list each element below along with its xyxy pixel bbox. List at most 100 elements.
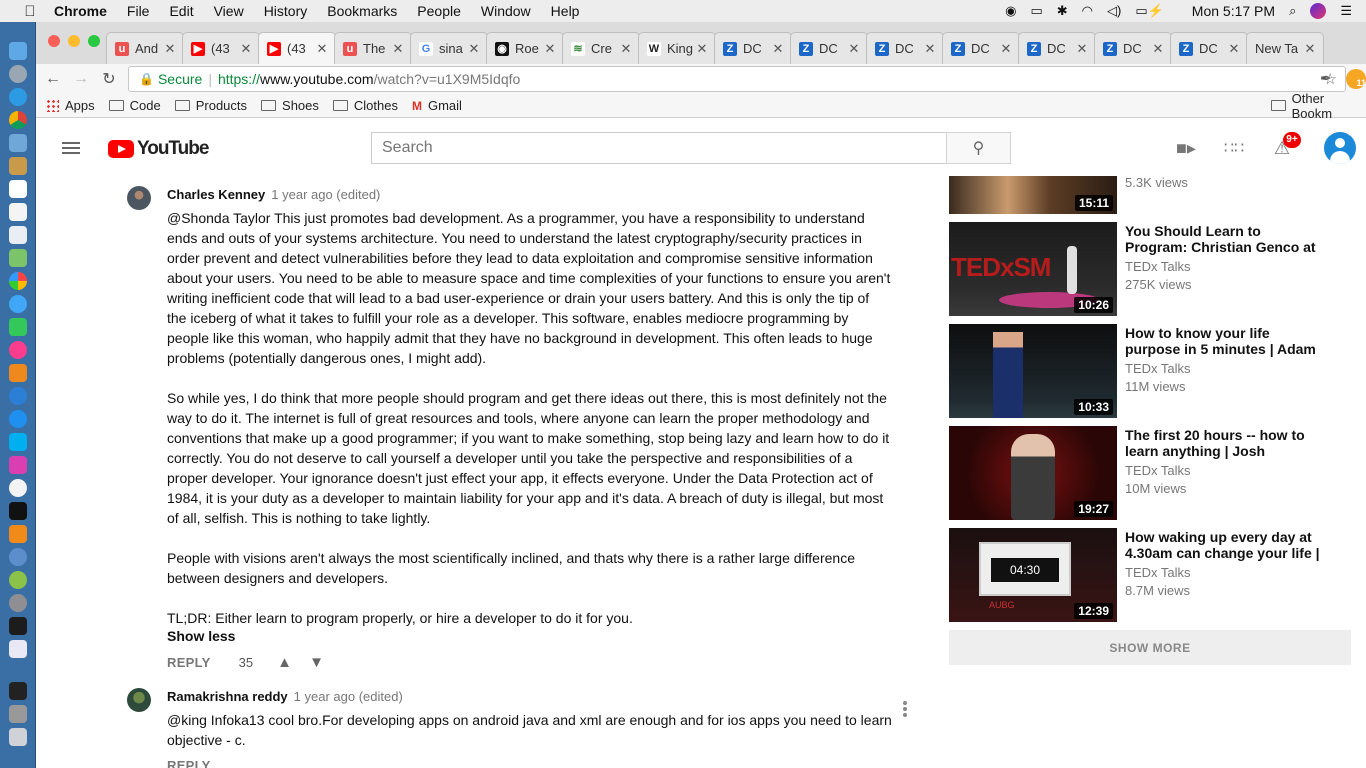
video-thumbnail[interactable]: TEDxSM 10:26 <box>949 222 1117 316</box>
tab-close-icon[interactable]: ✕ <box>619 41 633 57</box>
browser-tab[interactable]: Z DC ✕ <box>866 32 944 64</box>
folder-dock-icon[interactable] <box>9 682 27 700</box>
menu-window[interactable]: Window <box>481 3 531 19</box>
youtube-logo[interactable]: YouTube <box>108 138 209 160</box>
browser-tab[interactable]: Z DC ✕ <box>714 32 792 64</box>
apple-menu-icon[interactable]:  <box>20 3 40 20</box>
facetime-dock-icon[interactable] <box>9 318 27 336</box>
browser-tab[interactable]: Gsina ✕ <box>410 32 488 64</box>
airplay-icon[interactable]: ▭ <box>1030 3 1042 19</box>
video-title[interactable]: How to know your life purpose in 5 minut… <box>1125 325 1325 357</box>
intellij-dock-icon[interactable] <box>9 502 27 520</box>
launchpad-dock-icon[interactable] <box>9 65 27 83</box>
messages-dock-icon[interactable] <box>9 295 27 313</box>
textedit-dock-icon[interactable] <box>9 203 27 221</box>
preview-dock-icon[interactable] <box>9 134 27 152</box>
reply-button[interactable]: REPLY <box>167 758 211 768</box>
tab-close-icon[interactable]: ✕ <box>391 41 405 57</box>
commenter-avatar[interactable] <box>127 186 151 210</box>
tab-close-icon[interactable]: ✕ <box>315 41 329 57</box>
tab-close-icon[interactable]: ✕ <box>1075 41 1089 57</box>
tab-close-icon[interactable]: ✕ <box>1303 41 1317 57</box>
pages-dock-icon[interactable] <box>9 226 27 244</box>
bookmark-folder-clothes[interactable]: Clothes <box>332 98 398 113</box>
browser-tab[interactable]: ◉ Roe ✕ <box>486 32 564 64</box>
tab-close-icon[interactable]: ✕ <box>847 41 861 57</box>
user-avatar[interactable] <box>1324 132 1356 164</box>
browser-tab[interactable]: Z DC ✕ <box>1170 32 1248 64</box>
notification-center-icon[interactable]: ☰ <box>1340 3 1352 19</box>
browser-tab[interactable]: Z DC ✕ <box>942 32 1020 64</box>
bookmark-folder-code[interactable]: Code <box>108 98 161 113</box>
extension-icon[interactable]: 11 <box>1346 69 1366 89</box>
browser-tab[interactable]: Z DC ✕ <box>1094 32 1172 64</box>
video-channel[interactable]: TEDx Talks <box>1125 259 1191 274</box>
comment-more-actions-icon[interactable] <box>903 701 907 717</box>
sublime-dock-icon[interactable] <box>9 525 27 543</box>
menu-bookmarks[interactable]: Bookmarks <box>327 3 397 19</box>
menu-view[interactable]: View <box>214 3 244 19</box>
browser-tab[interactable]: ▶ (43 ✕ <box>258 32 336 64</box>
reply-button[interactable]: REPLY <box>167 655 211 670</box>
status-app-icon[interactable]: ◉ <box>1005 3 1016 19</box>
video-thumbnail[interactable]: 04:30 AUBG 12:39 <box>949 528 1117 622</box>
thumbs-up-icon[interactable]: ▲ <box>277 655 293 670</box>
menu-file[interactable]: File <box>127 3 150 19</box>
create-video-icon[interactable]: ■▸ <box>1175 138 1197 158</box>
downloads-dock-icon[interactable] <box>9 705 27 723</box>
show-less-link[interactable]: Show less <box>167 628 235 644</box>
search-button[interactable]: ⚲ <box>946 132 1011 164</box>
tab-close-icon[interactable]: ✕ <box>239 41 253 57</box>
minimize-window-button[interactable] <box>68 35 80 47</box>
bookmark-gmail[interactable]: M Gmail <box>412 98 462 113</box>
comment-timestamp[interactable]: 1 year ago (edited) <box>294 689 403 704</box>
android-dock-icon[interactable] <box>9 571 27 589</box>
app-dock-icon[interactable] <box>9 387 27 405</box>
menu-clock[interactable]: Mon 5:17 PM <box>1192 3 1275 19</box>
skype-dock-icon[interactable] <box>9 433 27 451</box>
maps-dock-icon[interactable] <box>9 249 27 267</box>
bookmark-apps[interactable]: Apps <box>46 98 95 113</box>
trash-dock-icon[interactable] <box>9 728 27 746</box>
browser-tab[interactable]: u The ✕ <box>334 32 412 64</box>
safari-dock-icon[interactable] <box>9 88 27 106</box>
close-window-button[interactable] <box>48 35 60 47</box>
tab-close-icon[interactable]: ✕ <box>163 41 177 57</box>
notes-dock-icon[interactable] <box>9 157 27 175</box>
terminal-dock-icon[interactable] <box>9 617 27 635</box>
finder-dock-icon[interactable] <box>9 42 27 60</box>
bluetooth-icon[interactable]: ✱ <box>1057 3 1068 19</box>
video-thumbnail[interactable]: 15:11 <box>949 176 1117 214</box>
tab-close-icon[interactable]: ✕ <box>543 41 557 57</box>
menu-people[interactable]: People <box>417 3 461 19</box>
tab-close-icon[interactable]: ✕ <box>1151 41 1165 57</box>
video-title[interactable]: The first 20 hours -- how to learn anyth… <box>1125 427 1325 459</box>
browser-tab[interactable]: u And ✕ <box>106 32 184 64</box>
tab-close-icon[interactable]: ✕ <box>467 41 481 57</box>
itunes-dock-icon[interactable] <box>9 341 27 359</box>
bookmark-other[interactable]: Other Bookm <box>1271 91 1366 121</box>
bookmark-folder-shoes[interactable]: Shoes <box>261 98 319 113</box>
video-channel[interactable]: TEDx Talks <box>1125 361 1191 376</box>
bookmark-folder-products[interactable]: Products <box>174 98 247 113</box>
calendar-dock-icon[interactable] <box>9 180 27 198</box>
video-title[interactable]: How waking up every day at 4.30am can ch… <box>1125 529 1325 561</box>
comment-author-name[interactable]: Ramakrishna reddy <box>167 689 288 704</box>
wifi-icon[interactable]: ◠ <box>1082 3 1093 19</box>
menu-help[interactable]: Help <box>551 3 580 19</box>
video-title[interactable]: You Should Learn to Program: Christian G… <box>1125 223 1325 255</box>
comment-timestamp[interactable]: 1 year ago (edited) <box>271 187 380 202</box>
browser-tab[interactable]: ≋ Cre ✕ <box>562 32 640 64</box>
browser-tab[interactable]: W King ✕ <box>638 32 716 64</box>
chrome-dock-icon[interactable] <box>9 111 27 129</box>
browser-tab[interactable]: Z DC ✕ <box>1018 32 1096 64</box>
browser-tab[interactable]: New Ta ✕ <box>1246 32 1324 64</box>
reload-icon[interactable]: ↻ <box>98 69 120 89</box>
thumbs-down-icon[interactable]: ▼ <box>309 655 325 670</box>
browser-tab[interactable]: Z DC ✕ <box>790 32 868 64</box>
comment-author-name[interactable]: Charles Kenney <box>167 187 265 202</box>
help-dock-icon[interactable] <box>9 548 27 566</box>
show-more-button[interactable]: SHOW MORE <box>949 630 1351 665</box>
apps-grid-icon[interactable]: ∷∷ <box>1223 138 1245 158</box>
app4-dock-icon[interactable] <box>9 640 27 658</box>
